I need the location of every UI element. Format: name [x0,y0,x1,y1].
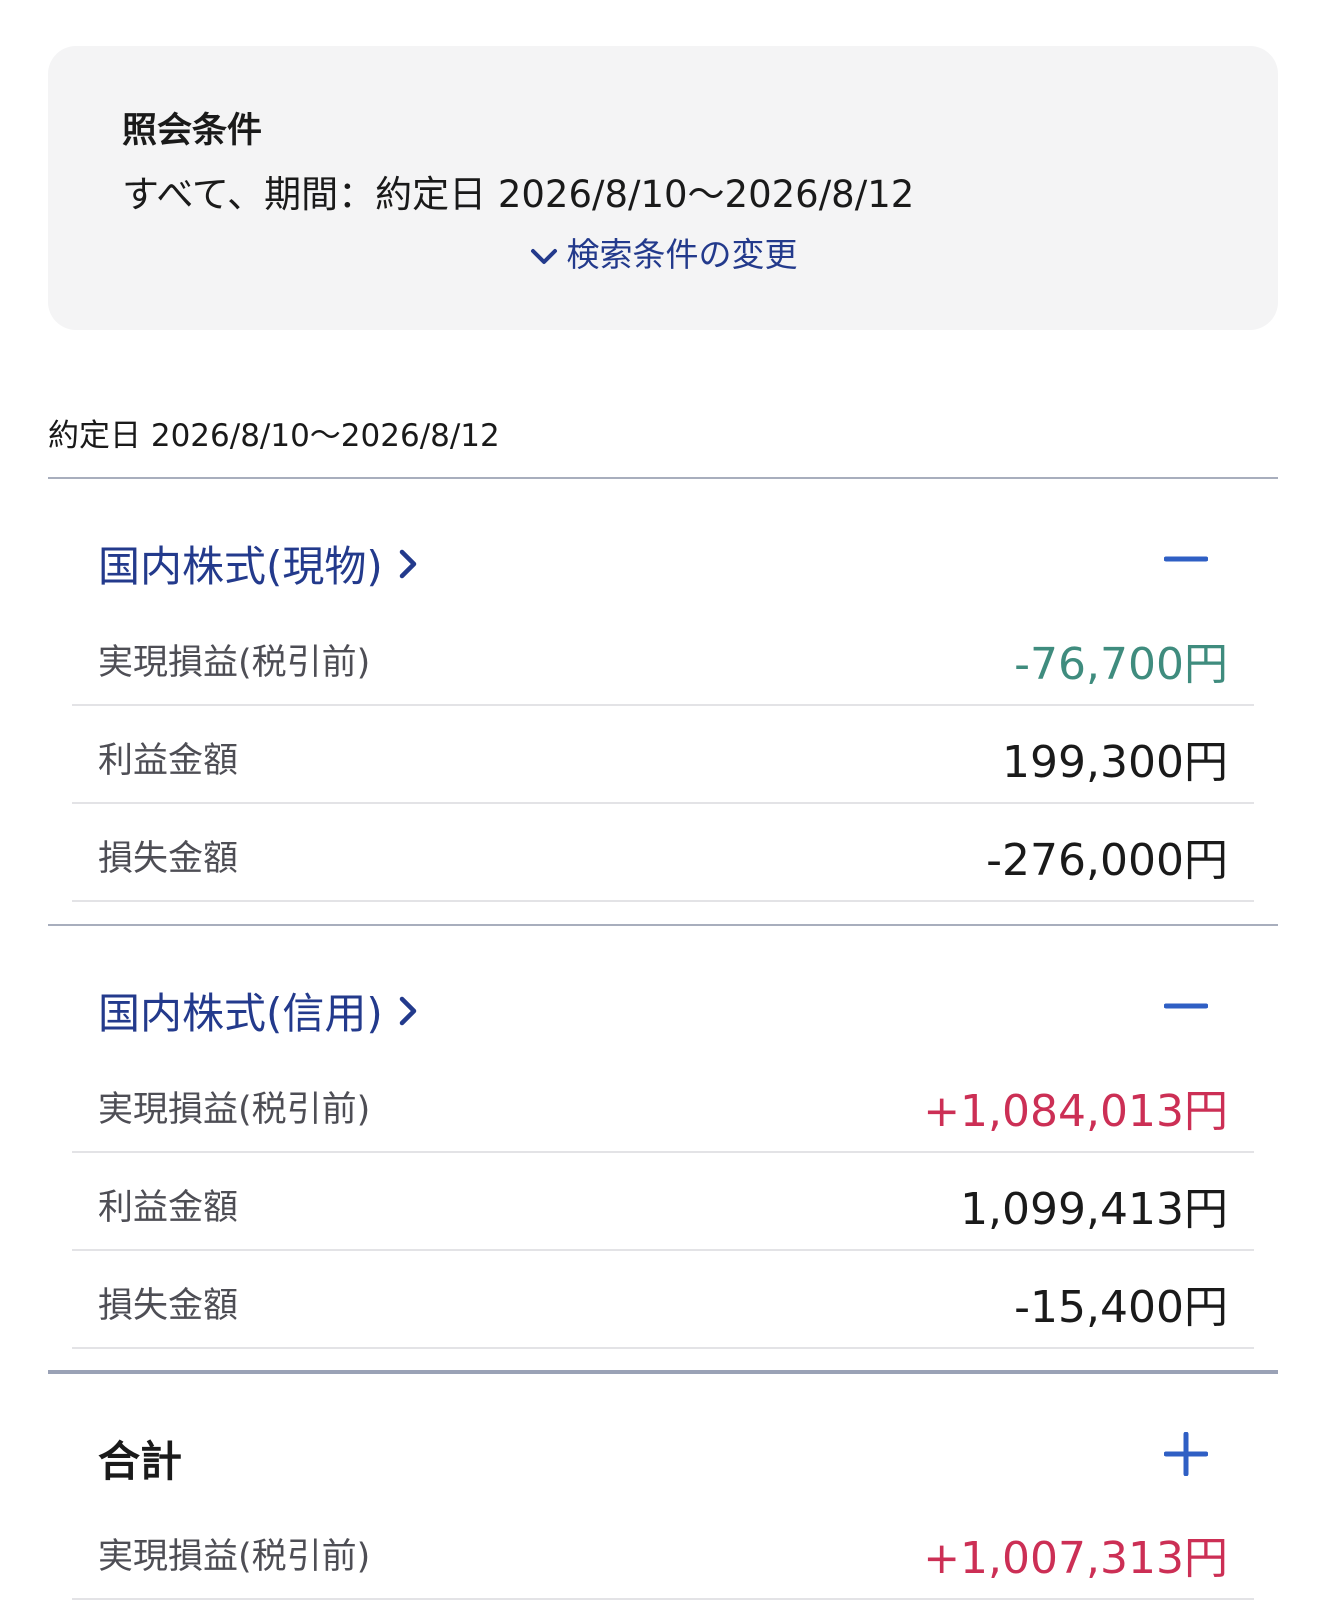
chevron-right-icon [399,549,417,578]
change-conditions-link[interactable]: 検索条件の変更 [48,228,1278,276]
divider [48,924,1278,926]
section-header-spot[interactable]: 国内株式(現物) [48,515,1278,605]
section-title-total: 合計 [98,1437,183,1486]
row-value: -76,700円 [1014,639,1228,690]
chevron-right-icon [399,996,417,1025]
row-label: 利益金額 [98,1188,239,1228]
row-label: 実現損益(税引前) [98,1090,371,1130]
divider-total [48,1370,1278,1374]
change-conditions-label: 検索条件の変更 [566,235,798,274]
row-loss-margin: 損失金額 -15,400円 [72,1251,1254,1349]
row-value: -15,400円 [1014,1282,1228,1333]
row-profit-margin: 利益金額 1,099,413円 [72,1153,1254,1251]
row-realized-pl-spot: 実現損益(税引前) -76,700円 [72,608,1254,706]
row-label: 損失金額 [98,839,239,879]
minus-icon [1163,556,1209,562]
row-realized-pl-margin: 実現損益(税引前) +1,084,013円 [72,1055,1254,1153]
period-label: 約定日 2026/8/10〜2026/8/12 [48,418,500,454]
collapse-toggle-spot[interactable] [1163,537,1209,581]
plus-icon [1163,1431,1209,1477]
row-label: 利益金額 [98,741,239,781]
section-title-spot: 国内株式(現物) [98,542,383,591]
row-loss-spot: 損失金額 -276,000円 [72,804,1254,902]
section-header-margin[interactable]: 国内株式(信用) [48,962,1278,1052]
conditions-summary: すべて、期間：約定日 2026/8/10〜2026/8/12 [122,173,915,216]
collapse-toggle-margin[interactable] [1163,984,1209,1028]
minus-icon [1163,1003,1209,1009]
expand-toggle-total[interactable] [1163,1431,1209,1477]
section-header-total[interactable]: 合計 [48,1410,1278,1500]
row-value: +1,007,313円 [923,1533,1228,1584]
row-label: 実現損益(税引前) [98,1537,371,1577]
section-link-spot[interactable]: 国内株式(現物) [98,533,419,594]
row-value: +1,084,013円 [923,1086,1228,1137]
search-conditions-card: 照会条件 すべて、期間：約定日 2026/8/10〜2026/8/12 検索条件… [48,46,1278,330]
row-value: -276,000円 [986,835,1228,886]
row-label: 損失金額 [98,1286,239,1326]
section-link-margin[interactable]: 国内株式(信用) [98,980,419,1041]
section-title-margin: 国内株式(信用) [98,989,383,1038]
conditions-title: 照会条件 [122,111,263,151]
divider [48,477,1278,479]
chevron-down-icon [529,237,559,276]
row-realized-pl-total: 実現損益(税引前) +1,007,313円 [72,1502,1254,1600]
row-value: 199,300円 [1002,737,1228,788]
row-label: 実現損益(税引前) [98,643,371,683]
row-value: 1,099,413円 [960,1184,1228,1235]
row-profit-spot: 利益金額 199,300円 [72,706,1254,804]
